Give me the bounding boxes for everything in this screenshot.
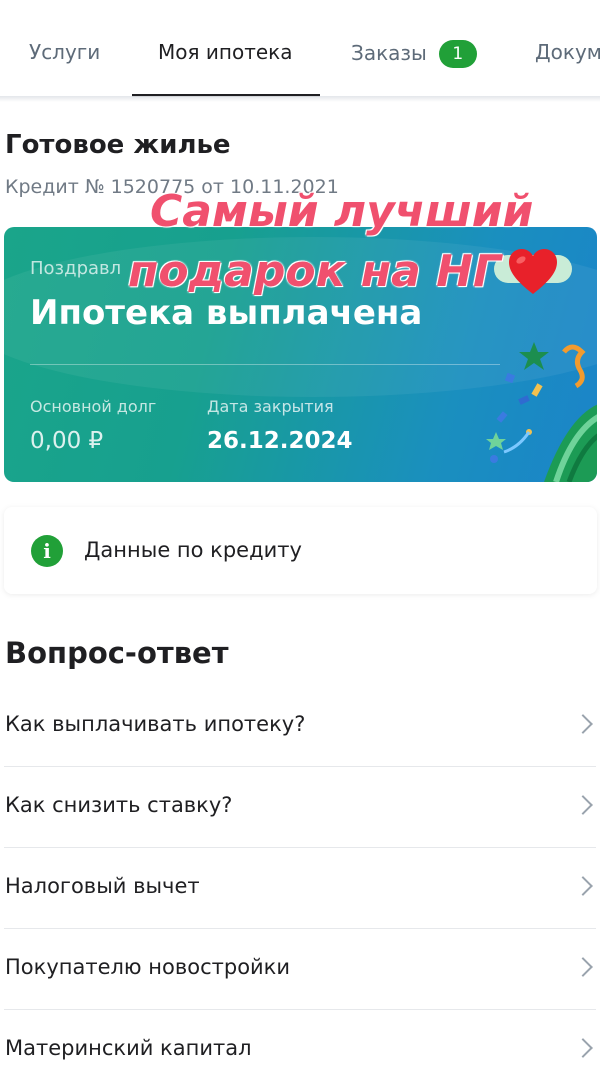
faq-item-label: Покупателю новостройки [5,955,291,979]
faq-item[interactable]: Как снизить ставку? [4,767,596,848]
credit-details-row[interactable]: i Данные по кредиту [4,507,597,594]
card-divider [30,364,500,365]
tab-orders[interactable]: Заказы 1 [351,40,477,68]
faq-list: Как выплачивать ипотеку? Как снизить ста… [0,686,600,1066]
chevron-right-icon [573,876,593,896]
chevron-right-icon [573,714,593,734]
faq-item[interactable]: Покупателю новостройки [4,929,596,1010]
faq-title: Вопрос-ответ [5,636,229,670]
close-date-value: 26.12.2024 [207,428,353,454]
tab-bar-shadow [0,96,600,102]
tab-documents[interactable]: Докум [535,40,600,64]
heart-icon [509,249,557,294]
page-title: Готовое жилье [5,130,231,160]
sticker-text-line2: подарок на НГ [128,246,502,297]
chevron-right-icon [573,795,593,815]
card-greeting: Поздравл [30,258,122,279]
faq-item[interactable]: Материнский капитал [4,1010,596,1066]
sticker-text-line1: Самый лучший [150,186,534,237]
faq-item[interactable]: Как выплачивать ипотеку? [4,686,596,767]
chevron-right-icon [573,957,593,977]
faq-item-label: Как выплачивать ипотеку? [5,712,306,736]
tab-bar: Услуги Моя ипотека Заказы 1 Докум [0,0,600,98]
tab-orders-label: Заказы [351,41,427,65]
debt-label: Основной долг [30,397,157,416]
faq-item-label: Как снизить ставку? [5,793,233,817]
faq-item-label: Налоговый вычет [5,874,200,898]
credit-details-label: Данные по кредиту [84,538,302,562]
tab-services[interactable]: Услуги [29,40,100,64]
card-headline: Ипотека выплачена [30,293,423,333]
info-icon: i [31,535,63,567]
party-popper-icon [486,342,597,482]
faq-item-label: Материнский капитал [5,1036,252,1060]
close-date-label: Дата закрытия [207,397,334,416]
orders-count-badge: 1 [438,40,477,68]
faq-item[interactable]: Налоговый вычет [4,848,596,929]
debt-value: 0,00 ₽ [30,428,104,454]
tab-my-mortgage[interactable]: Моя ипотека [158,40,292,64]
chevron-right-icon [573,1038,593,1058]
